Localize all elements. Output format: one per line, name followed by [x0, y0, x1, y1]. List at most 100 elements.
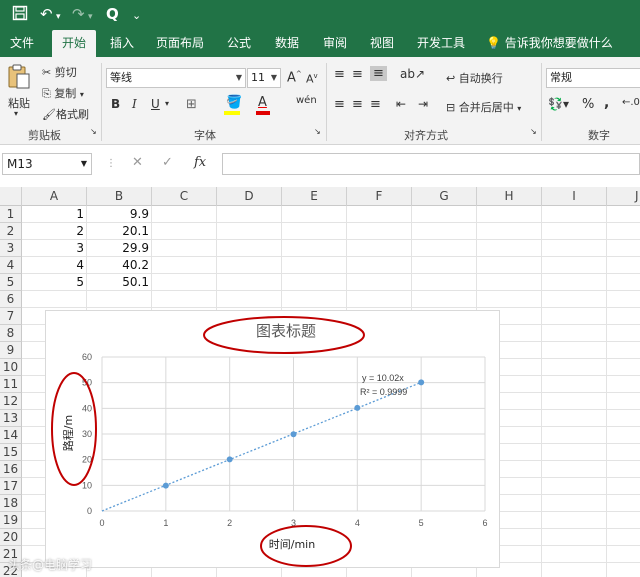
cell[interactable]: 40.2	[87, 257, 152, 274]
cell[interactable]: 9.9	[87, 206, 152, 223]
column-header[interactable]: J	[607, 187, 640, 206]
tell-me-search[interactable]: 💡 告诉我你想要做什么	[486, 30, 613, 57]
align-bottom-icon[interactable]: ≡	[370, 66, 387, 81]
paste-icon[interactable]	[6, 63, 32, 89]
tab-view[interactable]: 视图	[363, 30, 401, 57]
row-header[interactable]: 10	[0, 359, 22, 376]
orientation-icon[interactable]: ab↗	[400, 67, 425, 81]
column-header[interactable]: A	[22, 187, 87, 206]
font-name-select[interactable]: 等线 ▼	[106, 68, 246, 88]
decrease-indent-icon[interactable]: ⇤	[396, 97, 406, 111]
row-header[interactable]: 3	[0, 240, 22, 257]
grow-font-button[interactable]: A^	[287, 70, 302, 85]
phonetic-icon[interactable]: wén	[296, 95, 317, 106]
cell[interactable]: 5	[22, 274, 87, 291]
insert-function-icon[interactable]: fx	[194, 155, 206, 170]
row-header[interactable]: 12	[0, 393, 22, 410]
customize-qat-icon[interactable]: ⌄	[132, 7, 141, 25]
scatter-chart[interactable]: 0 10 20 30 40 50 60 0 1 2 3 4 5 6 图表标题 y = 10.02x R² = 0…	[45, 310, 500, 568]
redo-icon[interactable]: ↷	[72, 5, 85, 23]
paste-button[interactable]: 粘贴	[8, 95, 30, 111]
align-middle-icon[interactable]: ≡	[352, 67, 363, 82]
format-painter-button[interactable]: 🖌格式刷	[42, 106, 89, 122]
cell[interactable]: 3	[22, 240, 87, 257]
column-header[interactable]: B	[87, 187, 152, 206]
shrink-font-button[interactable]: Av	[306, 72, 318, 86]
bold-button[interactable]: B	[111, 97, 120, 111]
column-header[interactable]: H	[477, 187, 542, 206]
row-header[interactable]: 15	[0, 444, 22, 461]
row-header[interactable]: 9	[0, 342, 22, 359]
clipboard-launcher-icon[interactable]: ↘	[90, 127, 97, 136]
row-header[interactable]: 11	[0, 376, 22, 393]
undo-icon[interactable]: ↶	[40, 5, 53, 23]
row-header[interactable]: 5	[0, 274, 22, 291]
cell[interactable]: 2	[22, 223, 87, 240]
cell[interactable]: 50.1	[87, 274, 152, 291]
merge-center-button[interactable]: ⊟ 合并后居中 ▾	[446, 99, 521, 115]
tab-review[interactable]: 审阅	[316, 30, 354, 57]
align-center-icon[interactable]: ≡	[352, 97, 363, 112]
borders-icon[interactable]: ⊞	[186, 97, 197, 112]
row-header[interactable]: 19	[0, 512, 22, 529]
row-header[interactable]: 7	[0, 308, 22, 325]
fill-color-icon[interactable]: 🪣	[226, 95, 242, 110]
cell[interactable]: 20.1	[87, 223, 152, 240]
alignment-launcher-icon[interactable]: ↘	[530, 127, 537, 136]
tab-page-layout[interactable]: 页面布局	[150, 30, 210, 57]
increase-decimal-icon[interactable]: ←.0	[622, 97, 640, 108]
number-format-select[interactable]: 常规	[546, 68, 640, 88]
cut-button[interactable]: ✂ 剪切	[42, 64, 77, 80]
name-box[interactable]: M13 ▼	[2, 153, 92, 175]
cell[interactable]: 29.9	[87, 240, 152, 257]
tab-insert[interactable]: 插入	[102, 30, 142, 57]
print-preview-icon[interactable]: Q	[106, 5, 119, 23]
save-icon[interactable]	[12, 5, 28, 25]
row-header[interactable]: 18	[0, 495, 22, 512]
copy-button[interactable]: ⎘ 复制 ▾	[42, 85, 84, 101]
align-top-icon[interactable]: ≡	[334, 67, 345, 82]
undo-dropdown-icon[interactable]: ▾	[56, 8, 61, 26]
underline-dropdown-icon[interactable]: ▾	[165, 99, 169, 108]
column-header[interactable]: E	[282, 187, 347, 206]
column-header[interactable]: D	[217, 187, 282, 206]
select-all-corner[interactable]	[0, 187, 22, 206]
row-header[interactable]: 17	[0, 478, 22, 495]
column-header[interactable]: F	[347, 187, 412, 206]
tab-developer[interactable]: 开发工具	[410, 30, 472, 57]
wrap-text-button[interactable]: ↩ 自动换行	[446, 70, 503, 86]
accounting-format-icon[interactable]: 💱▾	[548, 97, 569, 111]
row-header[interactable]: 6	[0, 291, 22, 308]
row-header[interactable]: 16	[0, 461, 22, 478]
font-color-icon[interactable]: A	[258, 95, 267, 110]
align-left-icon[interactable]: ≡	[334, 97, 345, 112]
font-size-select[interactable]: 11 ▼	[247, 68, 281, 88]
redo-dropdown-icon[interactable]: ▾	[88, 8, 93, 26]
row-header[interactable]: 8	[0, 325, 22, 342]
row-header[interactable]: 4	[0, 257, 22, 274]
cell[interactable]: 1	[22, 206, 87, 223]
row-header[interactable]: 14	[0, 427, 22, 444]
underline-button[interactable]: U	[151, 97, 160, 111]
cancel-icon[interactable]: ✕	[132, 155, 143, 170]
formula-input[interactable]	[222, 153, 640, 175]
percent-button[interactable]: %	[582, 97, 594, 112]
row-header[interactable]: 13	[0, 410, 22, 427]
tab-data[interactable]: 数据	[268, 30, 306, 57]
font-launcher-icon[interactable]: ↘	[314, 127, 321, 136]
tab-formulas[interactable]: 公式	[220, 30, 258, 57]
tab-file[interactable]: 文件	[4, 30, 40, 57]
align-right-icon[interactable]: ≡	[370, 97, 381, 112]
row-header[interactable]: 1	[0, 206, 22, 223]
column-header[interactable]: G	[412, 187, 477, 206]
cell[interactable]: 4	[22, 257, 87, 274]
increase-indent-icon[interactable]: ⇥	[418, 97, 428, 111]
italic-button[interactable]: I	[132, 97, 137, 111]
column-header[interactable]: I	[542, 187, 607, 206]
enter-icon[interactable]: ✓	[162, 155, 173, 170]
comma-button[interactable]: ,	[604, 95, 609, 111]
tab-home[interactable]: 开始	[52, 30, 96, 57]
row-header[interactable]: 2	[0, 223, 22, 240]
row-header[interactable]: 20	[0, 529, 22, 546]
paste-dropdown-icon[interactable]: ▾	[14, 109, 18, 118]
